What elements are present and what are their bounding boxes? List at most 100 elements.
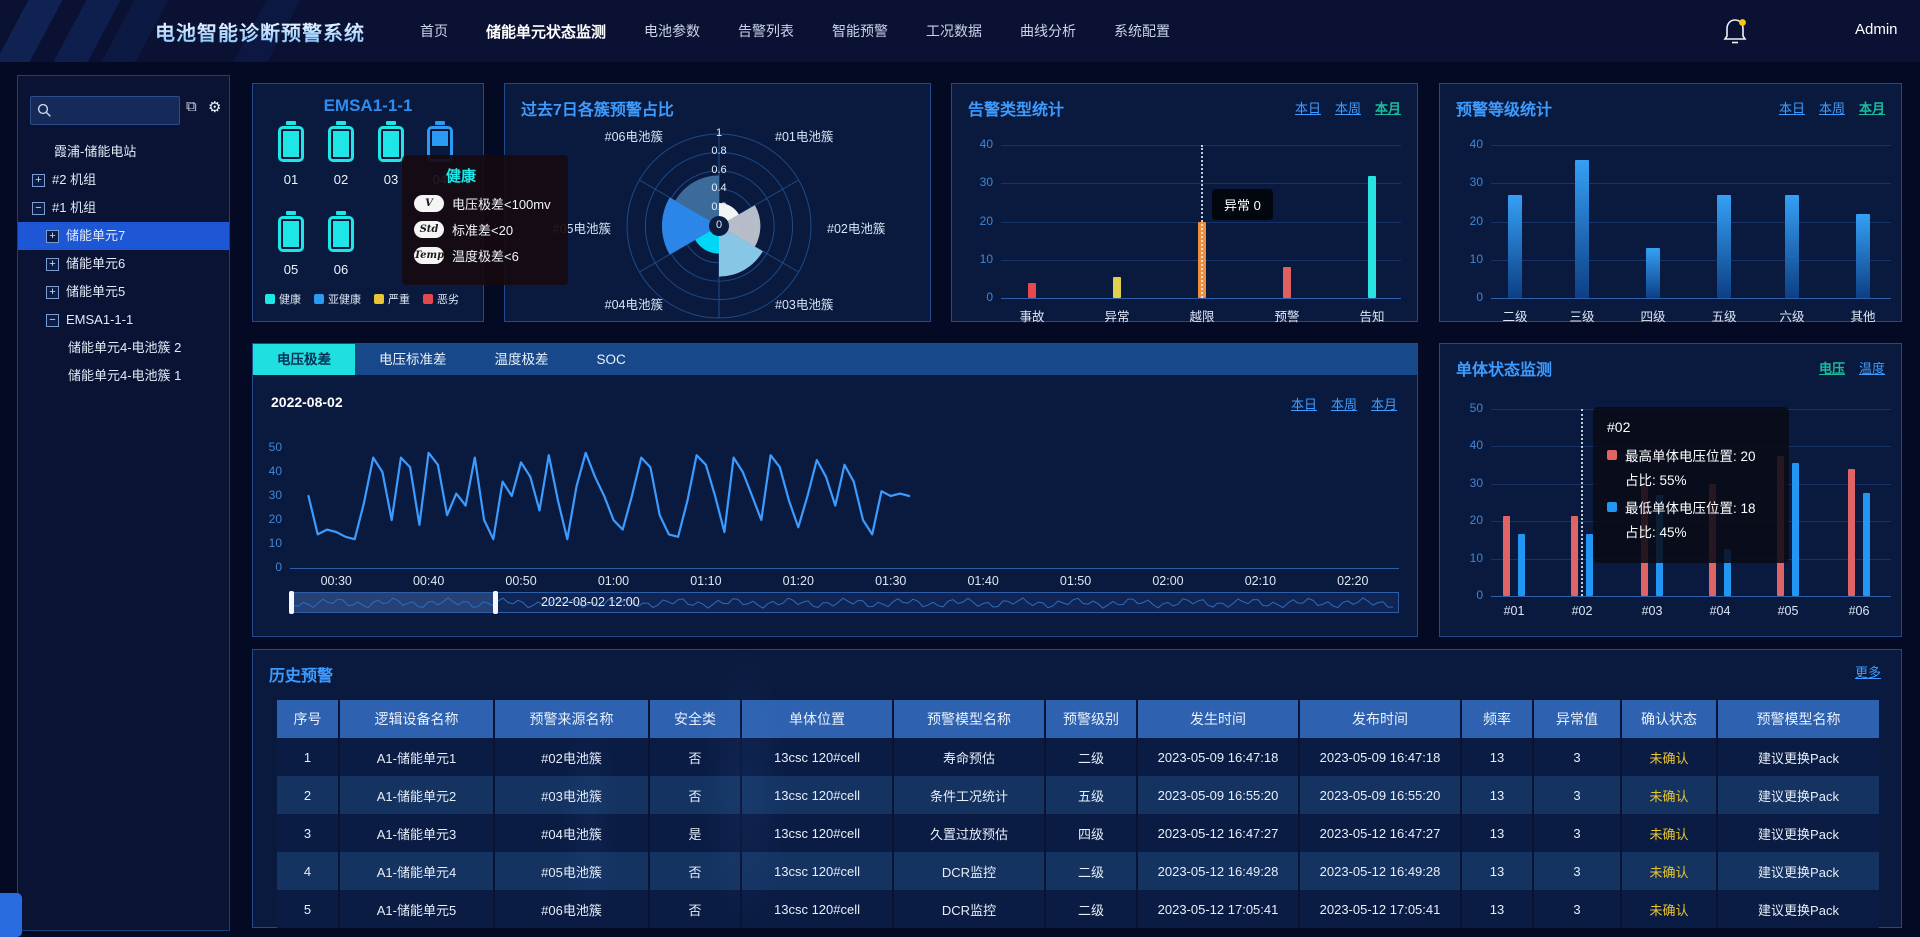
- battery-fill: [382, 130, 400, 158]
- tooltip-title: #02: [1607, 419, 1775, 435]
- table-cell: 否: [649, 738, 741, 776]
- notification-bell-icon[interactable]: [1722, 16, 1750, 46]
- legend-label: 健康: [279, 291, 301, 307]
- table-cell: 3: [1533, 852, 1621, 890]
- legend-item[interactable]: 健康: [265, 291, 301, 307]
- battery-icon[interactable]: [328, 216, 354, 252]
- user-name[interactable]: Admin: [1855, 21, 1898, 38]
- nav-item[interactable]: 系统配置: [1114, 21, 1170, 41]
- table-cell: 二级: [1045, 738, 1137, 776]
- table-header-cell: 序号: [277, 700, 339, 738]
- trend-line: [309, 453, 910, 539]
- table-header-cell: 异常值: [1533, 700, 1621, 738]
- nav-item[interactable]: 储能单元状态监测: [486, 21, 606, 42]
- nav-item[interactable]: 曲线分析: [1020, 21, 1076, 41]
- tooltip-text: 最高单体电压位置: 20: [1625, 445, 1756, 465]
- tree-item[interactable]: 霞浦-储能电站: [18, 138, 229, 166]
- nav-item[interactable]: 电池参数: [644, 21, 700, 41]
- settings-gear-icon[interactable]: ⚙: [208, 98, 221, 116]
- tree-item[interactable]: 储能单元4-电池簇 2: [18, 334, 229, 362]
- table-row[interactable]: 5A1-储能单元5#06电池簇否13csc 120#cellDCR监控二级202…: [277, 890, 1879, 928]
- legend-item[interactable]: 严重: [374, 291, 410, 307]
- time-range-slider[interactable]: 2022-08-02 12:00: [290, 592, 1399, 613]
- more-link[interactable]: 更多: [1855, 662, 1881, 681]
- battery-icon[interactable]: [378, 126, 404, 162]
- battery-label: 06: [321, 262, 361, 277]
- nav-item[interactable]: 工况数据: [926, 21, 982, 41]
- tree-item[interactable]: +#2 机组: [18, 166, 229, 194]
- slider-handle-left[interactable]: [289, 591, 294, 614]
- battery-fill: [431, 130, 449, 147]
- legend-item[interactable]: 恶劣: [423, 291, 459, 307]
- table-cell: 2023-05-09 16:55:20: [1137, 776, 1299, 814]
- x-axis-label: 六级: [1757, 306, 1827, 325]
- slider-handle-right[interactable]: [493, 591, 498, 614]
- tree-item[interactable]: −#1 机组: [18, 194, 229, 222]
- alarm-type-panel: 告警类型统计 本日本周本月 010203040事故异常越限预警告知异常 0: [951, 83, 1418, 322]
- gridline: [1491, 298, 1891, 299]
- device-tree: 霞浦-储能电站+#2 机组−#1 机组+储能单元7+储能单元6+储能单元5−EM…: [18, 138, 229, 390]
- table-cell: 4: [277, 852, 339, 890]
- tree-item[interactable]: +储能单元6: [18, 250, 229, 278]
- nav-item[interactable]: 智能预警: [832, 21, 888, 41]
- tree-item[interactable]: −EMSA1-1-1: [18, 306, 229, 334]
- battery-state-legend: 健康亚健康 严重恶劣: [265, 291, 459, 307]
- x-axis-label: #02: [1547, 604, 1617, 618]
- tree-item[interactable]: +储能单元5: [18, 278, 229, 306]
- table-header-cell: 预警级别: [1045, 700, 1137, 738]
- nav-item[interactable]: 告警列表: [738, 21, 794, 41]
- battery-icon[interactable]: [328, 126, 354, 162]
- expand-icon[interactable]: +: [46, 258, 59, 271]
- battery-fill: [332, 220, 350, 248]
- battery-fill: [282, 130, 300, 158]
- table-cell: 建议更换Pack: [1717, 852, 1879, 890]
- search-input[interactable]: [57, 97, 176, 124]
- collapse-all-icon[interactable]: ⧉: [186, 98, 197, 115]
- collapse-icon[interactable]: −: [46, 314, 59, 327]
- legend-item[interactable]: 亚健康: [314, 291, 361, 307]
- y-axis-label: 0: [963, 290, 993, 304]
- nav-item[interactable]: 首页: [420, 21, 448, 41]
- table-cell: 3: [1533, 738, 1621, 776]
- battery-icon[interactable]: [278, 126, 304, 162]
- cell-monitor-panel: 单体状态监测 电压温度 01020304050#01#02#03#04#05#0…: [1439, 343, 1902, 637]
- battery-icon[interactable]: [278, 216, 304, 252]
- table-cell: 3: [1533, 890, 1621, 928]
- x-axis-label: #04: [1685, 604, 1755, 618]
- tree-item-label: 储能单元4-电池簇 1: [68, 362, 181, 390]
- table-cell: 是: [649, 814, 741, 852]
- metric-badge-icon: V: [414, 195, 444, 212]
- tooltip-text: 标准差<20: [452, 220, 513, 239]
- tooltip-title: 健康: [446, 165, 556, 186]
- battery-fill: [282, 220, 300, 248]
- tree-item[interactable]: +储能单元7: [18, 222, 229, 250]
- expand-icon[interactable]: +: [46, 286, 59, 299]
- table-row[interactable]: 3A1-储能单元3#04电池簇是13csc 120#cell久置过放预估四级20…: [277, 814, 1879, 852]
- tooltip-subtext: 占比: 45%: [1625, 521, 1775, 541]
- history-table: 序号逻辑设备名称预警来源名称安全类单体位置预警模型名称预警级别发生时间发布时间频…: [277, 700, 1879, 928]
- table-cell: 13csc 120#cell: [741, 814, 893, 852]
- table-header-cell: 发布时间: [1299, 700, 1461, 738]
- bar: [1792, 463, 1799, 596]
- table-cell: 2023-05-09 16:55:20: [1299, 776, 1461, 814]
- tree-item[interactable]: 储能单元4-电池簇 1: [18, 362, 229, 390]
- x-axis-label: 五级: [1689, 306, 1759, 325]
- table-cell: A1-储能单元5: [339, 890, 494, 928]
- bar: [1863, 493, 1870, 596]
- bar: [1646, 248, 1660, 298]
- table-cell: #02电池簇: [494, 738, 649, 776]
- table-row[interactable]: 1A1-储能单元1#02电池簇否13csc 120#cell寿命预估二级2023…: [277, 738, 1879, 776]
- table-cell: 5: [277, 890, 339, 928]
- legend-label: 严重: [388, 291, 410, 307]
- expand-icon[interactable]: +: [46, 230, 59, 243]
- expand-icon[interactable]: +: [32, 174, 45, 187]
- tree-item-label: 储能单元4-电池簇 2: [68, 334, 181, 362]
- table-cell: DCR监控: [893, 852, 1045, 890]
- rose-axis-label: #06电池簇: [513, 126, 663, 145]
- y-axis-label: 10: [1453, 551, 1483, 565]
- table-row[interactable]: 2A1-储能单元2#03电池簇否13csc 120#cell条件工况统计五级20…: [277, 776, 1879, 814]
- table-cell: #05电池簇: [494, 852, 649, 890]
- table-header-cell: 逻辑设备名称: [339, 700, 494, 738]
- table-row[interactable]: 4A1-储能单元4#05电池簇否13csc 120#cellDCR监控二级202…: [277, 852, 1879, 890]
- collapse-icon[interactable]: −: [32, 202, 45, 215]
